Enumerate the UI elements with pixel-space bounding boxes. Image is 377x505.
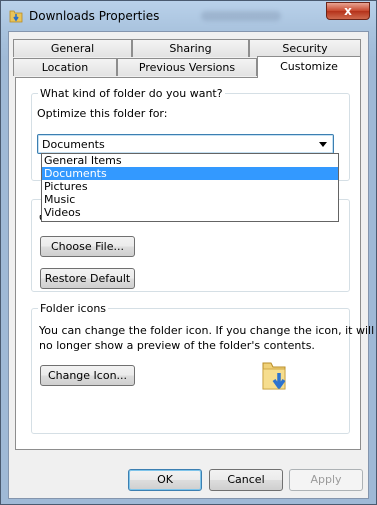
apply-button[interactable]: Apply <box>289 469 363 491</box>
tab-customize[interactable]: Customize <box>257 56 361 78</box>
downloads-folder-icon <box>9 10 23 23</box>
folder-icons-description-line1: You can change the folder icon. If you c… <box>39 324 375 337</box>
tab-general[interactable]: General <box>13 39 132 57</box>
optimize-label: Optimize this folder for: <box>37 107 168 120</box>
tab-label: Location <box>41 61 89 74</box>
properties-window: Downloads Properties x General Sharing S… <box>0 0 377 505</box>
title-bar-glass <box>201 11 281 21</box>
folder-type-selected-value: Documents <box>42 138 105 151</box>
window-title: Downloads Properties <box>29 9 160 23</box>
ok-button[interactable]: OK <box>128 469 202 491</box>
tab-security[interactable]: Security <box>249 39 361 57</box>
tab-label: Security <box>282 42 328 55</box>
customize-panel: What kind of folder do you want? Optimiz… <box>15 77 374 450</box>
dialog-client-area: General Sharing Security Location Previo… <box>8 31 374 499</box>
tab-location[interactable]: Location <box>13 58 117 76</box>
folder-preview-icon <box>262 362 286 390</box>
tab-previous-versions[interactable]: Previous Versions <box>117 58 257 76</box>
folder-icons-description-line2: no longer show a preview of the folder's… <box>39 339 315 352</box>
dropdown-option-videos[interactable]: Videos <box>42 206 338 219</box>
chevron-down-icon[interactable] <box>319 142 327 147</box>
dropdown-option-pictures[interactable]: Pictures <box>42 180 338 193</box>
tab-label: General <box>50 42 95 55</box>
close-icon: x <box>344 4 352 18</box>
change-icon-button[interactable]: Change Icon... <box>40 365 135 386</box>
choose-file-button[interactable]: Choose File... <box>40 236 135 257</box>
tab-label: Previous Versions <box>138 61 236 74</box>
tab-sharing[interactable]: Sharing <box>132 39 249 57</box>
title-bar[interactable]: Downloads Properties x <box>1 1 376 31</box>
tab-label: Sharing <box>169 42 212 55</box>
folder-type-select[interactable]: Documents <box>37 134 334 154</box>
cancel-button[interactable]: Cancel <box>209 469 283 491</box>
dropdown-option-documents[interactable]: Documents <box>42 167 338 180</box>
folder-icons-group: Folder icons You can change the folder i… <box>31 302 374 434</box>
folder-type-group-label: What kind of folder do you want? <box>38 87 225 100</box>
close-button[interactable]: x <box>326 2 370 20</box>
restore-default-button[interactable]: Restore Default <box>40 268 135 289</box>
folder-type-dropdown: General Items Documents Pictures Music V… <box>41 153 339 222</box>
dropdown-option-general-items[interactable]: General Items <box>42 154 338 167</box>
dropdown-option-music[interactable]: Music <box>42 193 338 206</box>
folder-icons-group-label: Folder icons <box>38 302 109 315</box>
tab-label: Customize <box>280 60 338 73</box>
